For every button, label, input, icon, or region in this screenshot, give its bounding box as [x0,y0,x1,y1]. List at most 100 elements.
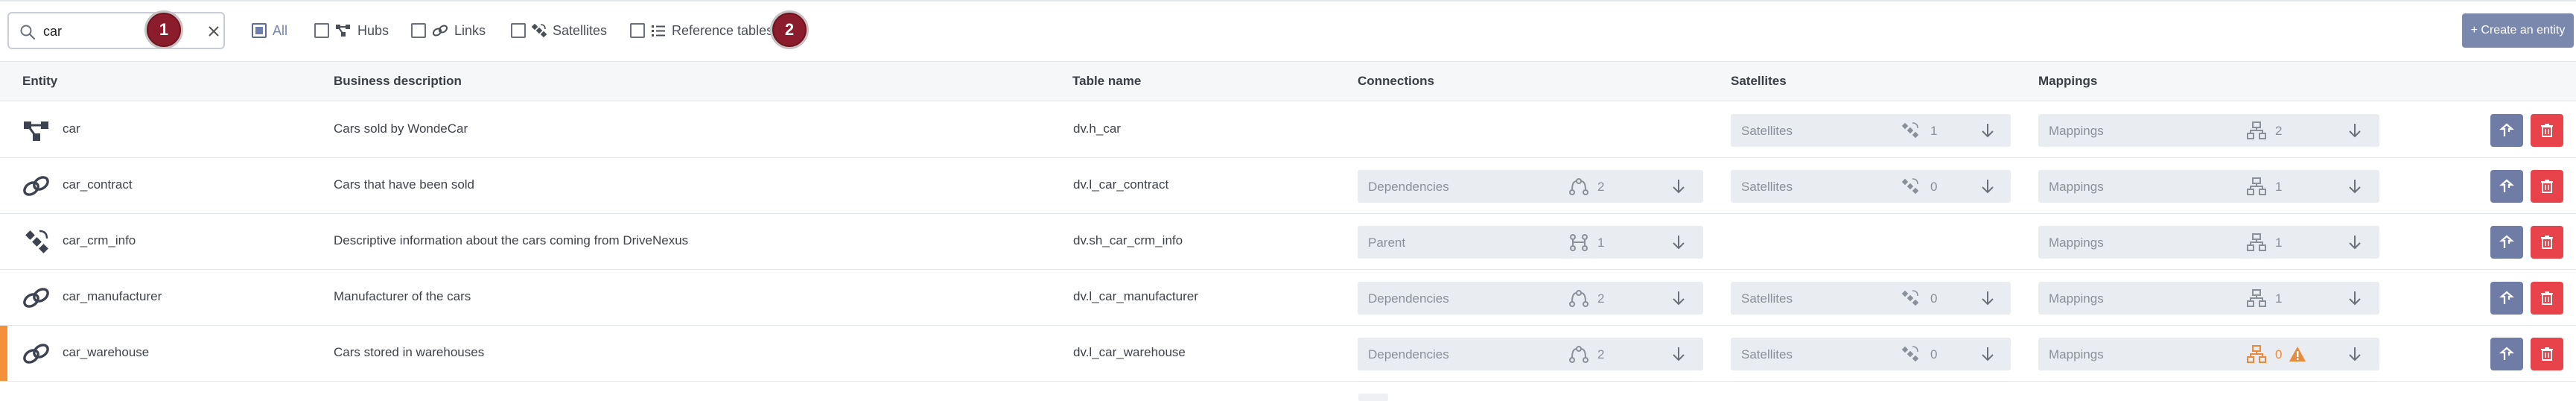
checkbox[interactable] [511,23,526,38]
checkbox[interactable] [630,23,645,38]
connections-count: 2 [1597,347,1605,361]
checkbox[interactable] [314,23,329,38]
arrow-down-icon[interactable] [1670,289,1687,307]
satellites-count-icon [1901,177,1920,195]
warning-icon [2289,345,2306,363]
satellites-count: 0 [1930,291,1938,306]
clear-search-icon[interactable] [206,23,222,40]
arrow-down-icon[interactable] [2347,233,2363,251]
arrow-down-icon[interactable] [1979,345,1996,363]
arrow-down-icon[interactable] [1979,177,1996,195]
table-row[interactable]: car Cars sold by WondeCar dv.h_car Satellit… [0,102,2576,158]
connections-pill[interactable]: Dependencies 2 [1358,338,1703,370]
delete-button[interactable] [2531,170,2563,203]
connections-label: Parent [1368,236,1406,250]
filter-all[interactable]: All [252,18,287,43]
mappings-icon [2247,177,2266,195]
promote-button[interactable] [2490,282,2523,315]
satellites-count: 1 [1930,124,1938,138]
table-row[interactable]: car_contract Cars that have been sold dv.l… [0,158,2576,214]
arrow-down-icon[interactable] [1670,345,1687,363]
promote-button[interactable] [2490,226,2523,259]
create-entity-label: + Create an entity [2470,24,2566,37]
mappings-icon [2247,345,2266,363]
table-name: dv.sh_car_crm_info [1073,233,1183,247]
entity-name[interactable]: car_warehouse [63,345,149,360]
arrow-down-icon[interactable] [2347,121,2363,139]
table-row[interactable]: car_manufacturer Manufacturer of the cars… [0,270,2576,326]
mappings-label: Mappings [2049,291,2104,306]
mappings-count: 2 [2275,124,2283,138]
mappings-label: Mappings [2049,124,2104,138]
mappings-count: 1 [2275,180,2283,194]
satellites-count-icon [1901,345,1920,363]
delete-button[interactable] [2531,282,2563,315]
mappings-pill[interactable]: Mappings 1 [2038,282,2379,315]
arrow-down-icon[interactable] [2347,177,2363,195]
mappings-pill[interactable]: Mappings 2 [2038,114,2379,147]
arrow-down-icon[interactable] [2347,345,2363,363]
search-box[interactable] [7,12,225,49]
satellites-count: 0 [1930,180,1938,194]
filter-satellites[interactable]: Satellites [511,18,607,43]
checkbox[interactable] [411,23,426,38]
hub-icon [336,25,350,37]
arrow-down-icon[interactable] [1670,177,1687,195]
satellites-count: 0 [1930,347,1938,361]
entity-name[interactable]: car [63,121,80,136]
step-badge-2: 2 [770,10,809,49]
promote-button[interactable] [2490,170,2523,203]
mappings-count: 1 [2275,236,2283,250]
arrow-down-icon[interactable] [1979,289,1996,307]
arrow-down-icon[interactable] [1979,121,1996,139]
delete-button[interactable] [2531,114,2563,147]
trash-icon [2541,180,2553,193]
dependencies-icon [1569,289,1588,307]
parent-icon [1569,233,1588,251]
business-description: Manufacturer of the cars [334,289,471,303]
mappings-icon [2247,233,2266,251]
satellites-pill[interactable]: Satellites 0 [1731,338,2011,370]
connections-count: 1 [1597,236,1605,250]
trash-icon [2541,124,2553,137]
dependencies-icon [1569,177,1588,195]
connections-pill[interactable]: Dependencies 2 [1358,170,1703,203]
entity-name[interactable]: car_manufacturer [63,289,162,304]
table-row[interactable]: car_crm_info Descriptive information abou… [0,214,2576,270]
arrow-down-icon[interactable] [2347,289,2363,307]
promote-button[interactable] [2490,114,2523,147]
mappings-label: Mappings [2049,236,2104,250]
mappings-pill[interactable]: Mappings 0 [2038,338,2379,370]
satellites-pill[interactable]: Satellites 0 [1731,170,2011,203]
satellites-pill[interactable]: Satellites 1 [1731,114,2011,147]
mappings-icon [2247,289,2266,307]
entity-name[interactable]: car_contract [63,177,133,192]
trash-icon [2541,291,2553,305]
connections-pill[interactable]: Parent 1 [1358,226,1703,259]
connections-pill[interactable]: Dependencies 2 [1358,282,1703,315]
filter-reference-tables[interactable]: Reference tables [630,18,773,43]
filter-label: All [273,22,288,38]
delete-button[interactable] [2531,338,2563,370]
satellites-pill[interactable]: Satellites 0 [1731,282,2011,315]
column-table-name: Table name [1072,74,1142,88]
create-entity-button[interactable]: + Create an entity [2462,13,2574,48]
filter-hubs[interactable]: Hubs [314,18,389,43]
arrow-down-icon[interactable] [1670,233,1687,251]
table-name: dv.h_car [1073,121,1121,136]
mappings-pill[interactable]: Mappings 1 [2038,226,2379,259]
link-icon [432,25,448,37]
business-description: Cars that have been sold [334,177,475,192]
table-header: Entity Business description Table name C… [0,61,2576,101]
delete-button[interactable] [2531,226,2563,259]
filter-links[interactable]: Links [411,18,486,43]
promote-button[interactable] [2490,338,2523,370]
table-row[interactable]: car_warehouse Cars stored in warehouses dv… [0,326,2576,382]
table-name: dv.l_car_contract [1073,177,1169,192]
entity-name[interactable]: car_crm_info [63,233,136,248]
checkbox[interactable] [252,23,267,38]
connections-label: Dependencies [1368,291,1449,306]
hub-icon [21,116,52,145]
business-description: Cars stored in warehouses [334,345,485,359]
mappings-pill[interactable]: Mappings 1 [2038,170,2379,203]
